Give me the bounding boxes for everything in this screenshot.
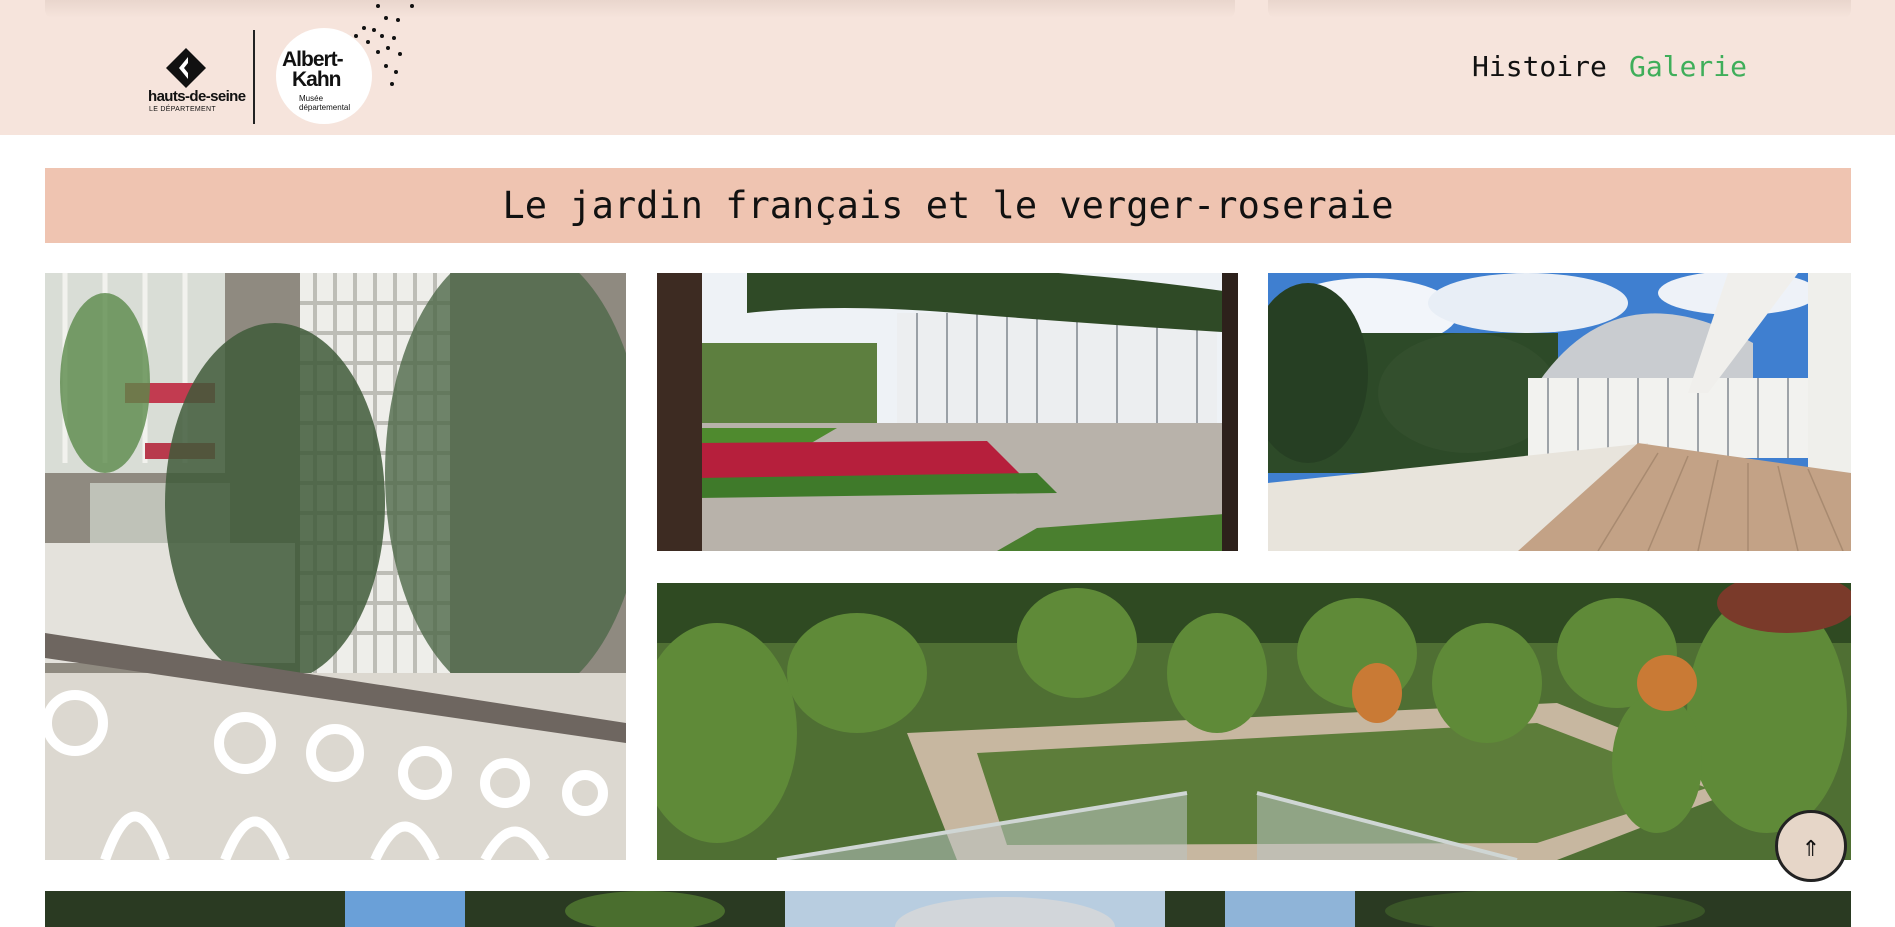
photo-image bbox=[45, 891, 1851, 927]
museum-sub-line1: Musée bbox=[299, 94, 324, 103]
scroll-to-top-button[interactable]: ⇑ bbox=[1775, 810, 1847, 882]
gallery-photo-french-garden[interactable] bbox=[657, 273, 1238, 551]
gallery-photo-orchard-rose-garden[interactable] bbox=[657, 583, 1851, 860]
up-arrow-icon: ⇑ bbox=[1801, 828, 1821, 864]
site-header: hauts-de-seine LE DÉPARTEMENT Albert- Ka… bbox=[0, 0, 1895, 135]
photo-image bbox=[657, 583, 1851, 860]
gallery-photo-greenhouse-interior[interactable] bbox=[45, 273, 626, 860]
photo-image bbox=[45, 273, 626, 860]
hauts-de-seine-logo[interactable]: hauts-de-seine LE DÉPARTEMENT bbox=[148, 48, 246, 116]
museum-sub-line2: départemental bbox=[299, 103, 351, 112]
gallery-photo-trees-dome[interactable] bbox=[45, 891, 1851, 927]
gallery-title: Le jardin français et le verger-roseraie bbox=[502, 184, 1394, 227]
photo-image bbox=[657, 273, 1238, 551]
logo-divider bbox=[253, 30, 255, 124]
nav-galerie-link[interactable]: Galerie bbox=[1629, 50, 1747, 83]
museum-sub: Musée départemental bbox=[299, 94, 350, 112]
albert-kahn-logo[interactable]: Albert- Kahn Musée départemental bbox=[270, 0, 420, 130]
nav-histoire-link[interactable]: Histoire bbox=[1472, 50, 1607, 83]
museum-name-line2: Kahn bbox=[292, 68, 341, 91]
header-shadow bbox=[1268, 0, 1851, 18]
museum-name: Albert- Kahn bbox=[282, 48, 344, 91]
photo-image bbox=[1268, 273, 1851, 551]
department-sub: LE DÉPARTEMENT bbox=[149, 106, 216, 113]
gallery-title-bar: Le jardin français et le verger-roseraie bbox=[45, 168, 1851, 243]
gallery-photo-greenhouse-dome[interactable] bbox=[1268, 273, 1851, 551]
museum-name-line1: Albert- bbox=[282, 48, 344, 71]
hauts-de-seine-mark-icon bbox=[166, 48, 206, 88]
header-shadow bbox=[45, 0, 1235, 18]
department-name: hauts-de-seine bbox=[148, 88, 246, 105]
